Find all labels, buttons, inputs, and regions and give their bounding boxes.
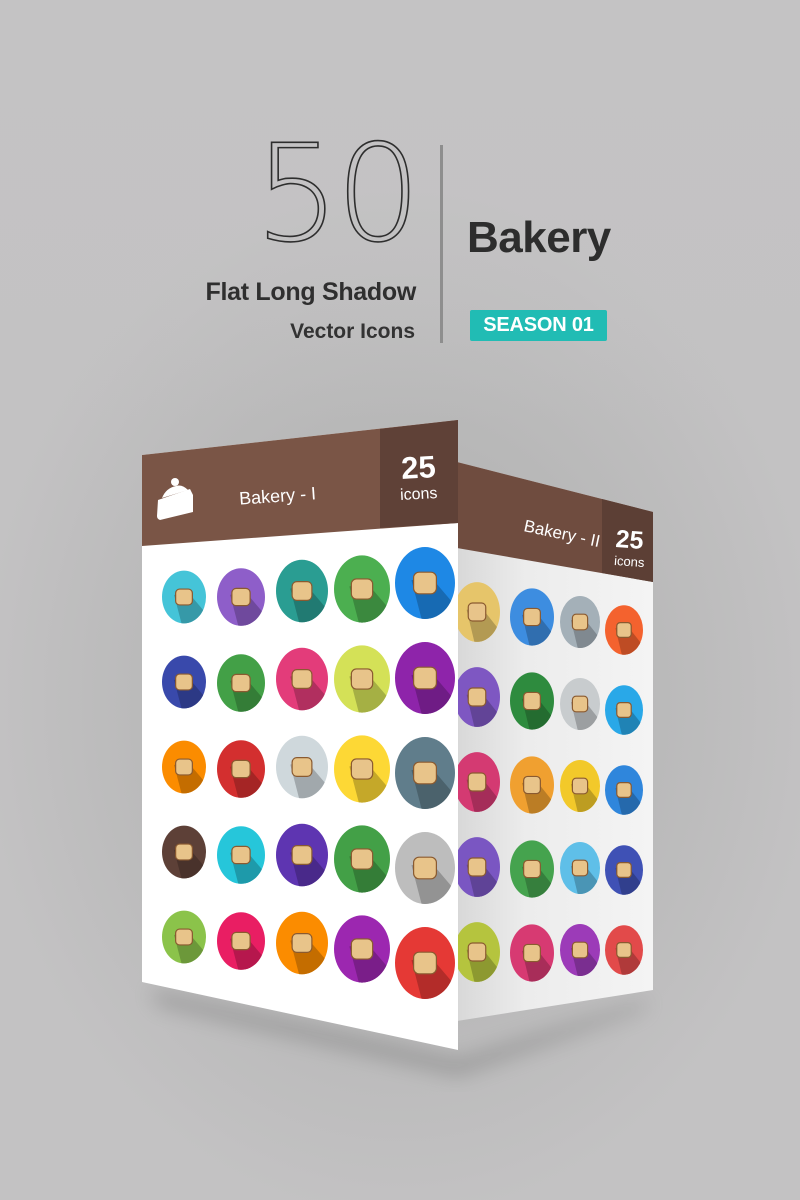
icon-glyph — [231, 845, 251, 865]
icon-glyph — [571, 777, 589, 795]
icon-glyph — [467, 857, 487, 877]
icon-glyph — [467, 687, 487, 707]
icon-glyph — [616, 701, 632, 719]
icon-glyph — [467, 602, 487, 622]
icon-glyph — [413, 666, 438, 690]
icon-glyph — [291, 933, 313, 953]
icon-glyph — [291, 845, 313, 865]
panel-2-count: 25 — [615, 525, 645, 555]
icon-glyph — [350, 758, 374, 780]
icon-glyph — [175, 928, 193, 946]
icon-glyph — [350, 938, 374, 960]
icon-glyph — [175, 843, 193, 861]
icon-glyph — [350, 848, 374, 870]
icon-glyph — [523, 943, 541, 963]
folded-icon-card: Bakery - II 25 icons Bakery - I 25 icons — [142, 420, 653, 1075]
icon-glyph — [616, 621, 632, 639]
icon-glyph — [467, 772, 487, 792]
icon-glyph — [467, 942, 487, 962]
icon-glyph — [350, 668, 374, 690]
icon-glyph — [291, 581, 313, 601]
icon-glyph — [175, 588, 193, 606]
icon-glyph — [616, 861, 632, 879]
icon-glyph — [523, 775, 541, 795]
icon-glyph — [291, 669, 313, 689]
icon-glyph — [291, 757, 313, 777]
icon-glyph — [571, 941, 589, 959]
icon-glyph — [413, 856, 438, 880]
icon-glyph — [231, 931, 251, 951]
icon-glyph — [523, 691, 541, 711]
icon-glyph — [175, 673, 193, 691]
icon-glyph — [523, 607, 541, 627]
icon-glyph — [571, 695, 589, 713]
panel-bakery-1: Bakery - I 25 icons — [142, 420, 458, 1050]
panel-1-count: 25 — [400, 449, 436, 486]
icon-glyph — [231, 759, 251, 779]
icon-glyph — [616, 781, 632, 799]
icon-glyph — [413, 761, 438, 785]
panel-2-count-label: icons — [614, 553, 646, 570]
icon-glyph — [616, 941, 632, 959]
icon-glyph — [350, 578, 374, 600]
icon-glyph — [571, 859, 589, 877]
panel-1-count-label: icons — [400, 485, 438, 504]
icon-glyph — [523, 859, 541, 879]
icon-glyph — [571, 613, 589, 631]
icon-glyph — [231, 673, 251, 693]
icon-glyph — [413, 951, 438, 975]
icon-glyph — [175, 758, 193, 776]
icon-glyph — [231, 587, 251, 607]
icon-glyph — [413, 571, 438, 595]
panel-bakery-2: Bakery - II 25 icons — [457, 462, 653, 1021]
